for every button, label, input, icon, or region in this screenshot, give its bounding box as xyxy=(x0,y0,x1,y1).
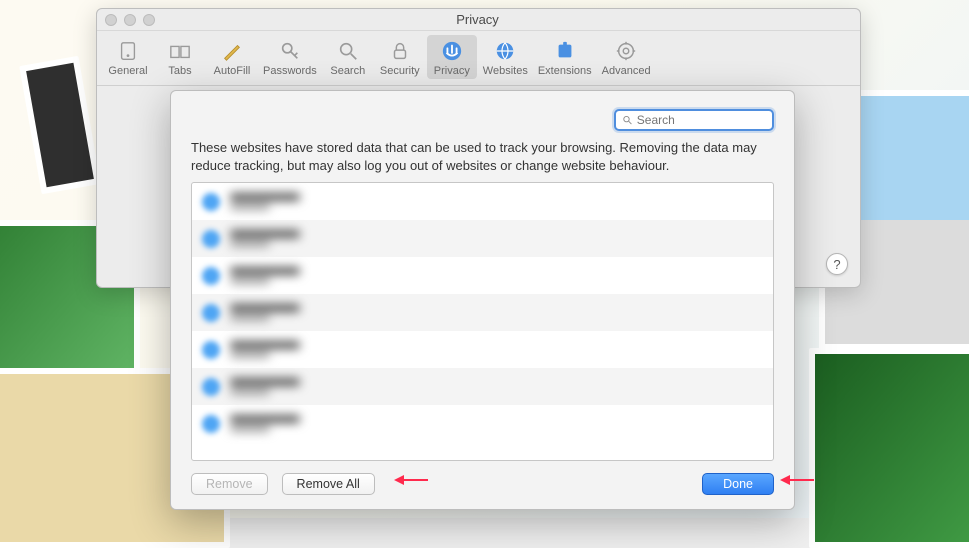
toolbar-label: Security xyxy=(380,65,420,77)
extensions-icon xyxy=(553,39,577,63)
done-button[interactable]: Done xyxy=(702,473,774,495)
toolbar-label: Passwords xyxy=(263,65,317,77)
website-data-sheet: These websites have stored data that can… xyxy=(170,90,795,510)
toolbar-label: Advanced xyxy=(602,65,651,77)
help-button[interactable]: ? xyxy=(826,253,848,275)
website-data-row[interactable] xyxy=(192,294,773,331)
toolbar-label: Privacy xyxy=(434,65,470,77)
traffic-zoom[interactable] xyxy=(143,14,155,26)
toolbar-tab-privacy[interactable]: Privacy xyxy=(427,35,477,79)
search-icon xyxy=(622,114,633,126)
website-data-row[interactable] xyxy=(192,183,773,220)
site-favicon xyxy=(202,304,220,322)
toolbar-tab-general[interactable]: General xyxy=(103,35,153,79)
preferences-toolbar: General Tabs AutoFill Passwords Search xyxy=(97,31,860,86)
site-label xyxy=(230,341,300,358)
general-icon xyxy=(116,39,140,63)
website-data-row[interactable] xyxy=(192,368,773,405)
passwords-icon xyxy=(278,39,302,63)
toolbar-label: Websites xyxy=(483,65,528,77)
toolbar-tab-extensions[interactable]: Extensions xyxy=(534,35,596,79)
remove-button: Remove xyxy=(191,473,268,495)
toolbar-tab-security[interactable]: Security xyxy=(375,35,425,79)
toolbar-tab-websites[interactable]: Websites xyxy=(479,35,532,79)
titlebar: Privacy xyxy=(97,9,860,31)
site-label xyxy=(230,193,300,210)
toolbar-label: Extensions xyxy=(538,65,592,77)
toolbar-label: Search xyxy=(330,65,365,77)
website-data-row[interactable] xyxy=(192,257,773,294)
autofill-icon xyxy=(220,39,244,63)
site-favicon xyxy=(202,267,220,285)
site-label xyxy=(230,267,300,284)
toolbar-label: Tabs xyxy=(168,65,191,77)
remove-all-button[interactable]: Remove All xyxy=(282,473,375,495)
privacy-icon xyxy=(440,39,464,63)
toolbar-tab-tabs[interactable]: Tabs xyxy=(155,35,205,79)
toolbar-tab-search[interactable]: Search xyxy=(323,35,373,79)
security-icon xyxy=(388,39,412,63)
site-favicon xyxy=(202,341,220,359)
desktop-photo xyxy=(809,348,969,548)
site-label xyxy=(230,304,300,321)
site-label xyxy=(230,230,300,247)
site-favicon xyxy=(202,378,220,396)
sheet-description: These websites have stored data that can… xyxy=(191,139,774,174)
toolbar-label: AutoFill xyxy=(214,65,251,77)
traffic-close[interactable] xyxy=(105,14,117,26)
sheet-buttons: Remove Remove All Done xyxy=(191,473,774,495)
toolbar-label: General xyxy=(108,65,147,77)
tabs-icon xyxy=(168,39,192,63)
toolbar-tab-advanced[interactable]: Advanced xyxy=(598,35,655,79)
website-data-row[interactable] xyxy=(192,331,773,368)
window-controls[interactable] xyxy=(105,14,155,26)
window-title: Privacy xyxy=(155,12,800,27)
toolbar-tab-passwords[interactable]: Passwords xyxy=(259,35,321,79)
site-favicon xyxy=(202,193,220,211)
site-favicon xyxy=(202,230,220,248)
site-label xyxy=(230,378,300,395)
desktop-photo xyxy=(19,56,101,194)
advanced-icon xyxy=(614,39,638,63)
search-input[interactable] xyxy=(637,113,766,127)
websites-icon xyxy=(493,39,517,63)
search-field[interactable] xyxy=(614,109,774,131)
website-data-list[interactable] xyxy=(191,182,774,461)
website-data-row[interactable] xyxy=(192,405,773,442)
traffic-minimize[interactable] xyxy=(124,14,136,26)
toolbar-tab-autofill[interactable]: AutoFill xyxy=(207,35,257,79)
website-data-row[interactable] xyxy=(192,220,773,257)
search-icon xyxy=(336,39,360,63)
site-label xyxy=(230,415,300,432)
site-favicon xyxy=(202,415,220,433)
